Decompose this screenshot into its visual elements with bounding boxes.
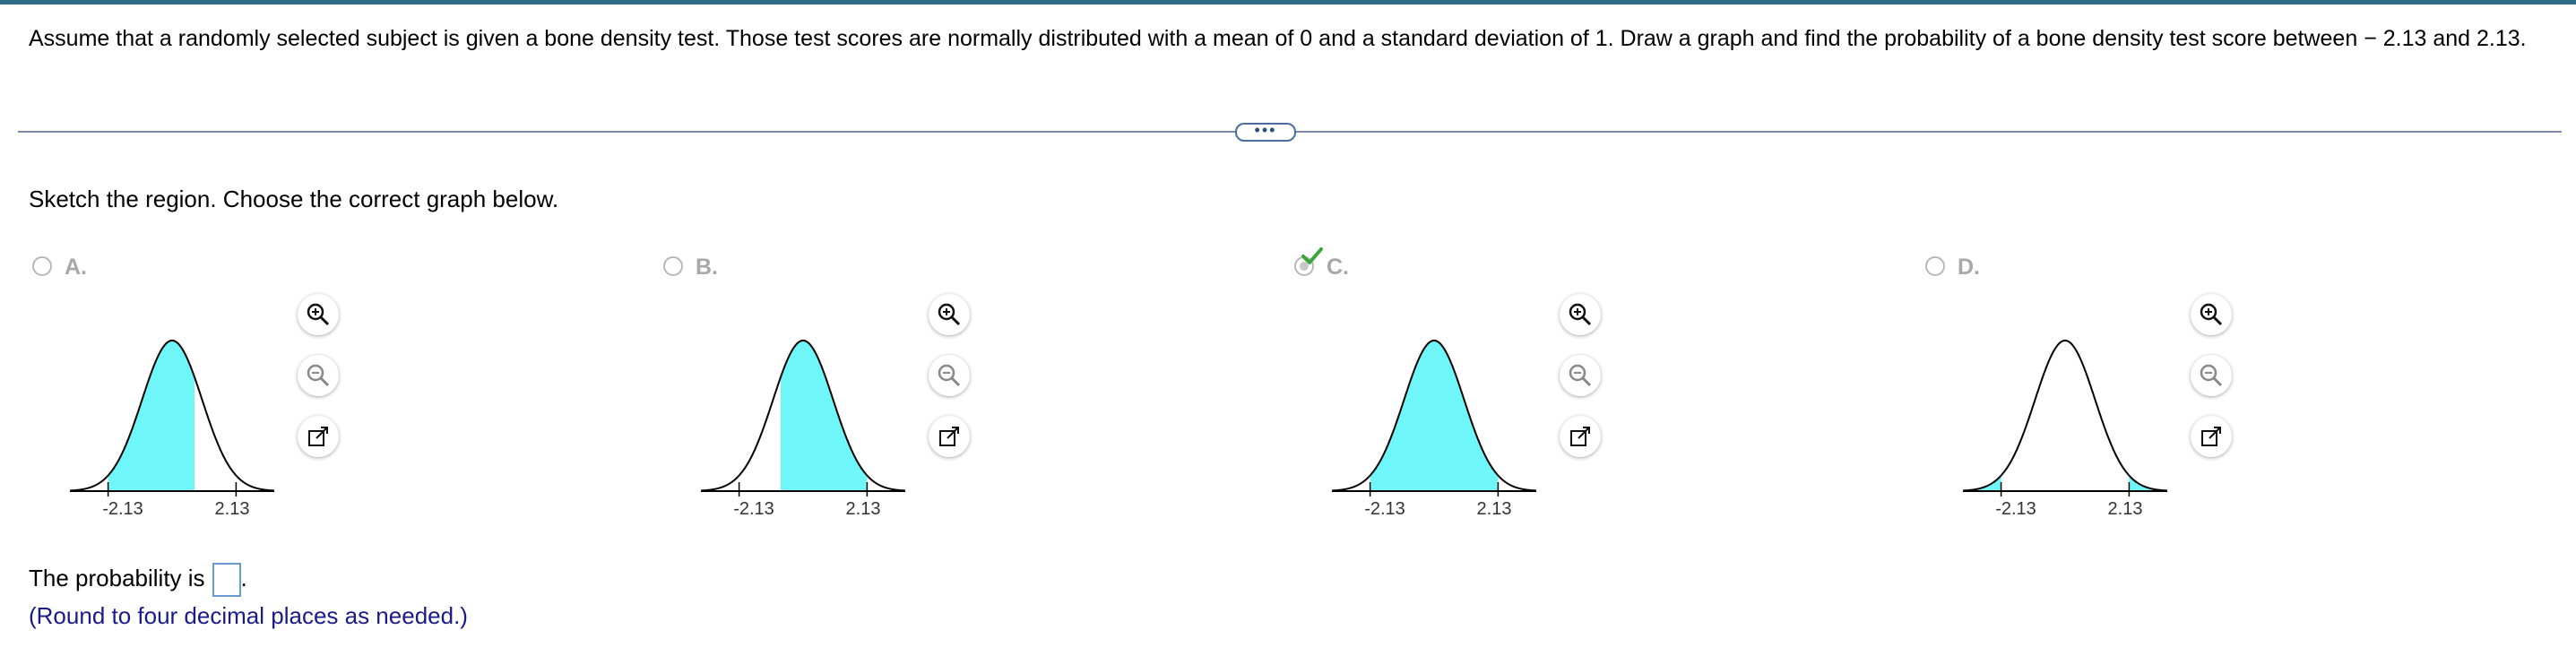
option-d-graph bbox=[1962, 339, 2168, 496]
probability-input[interactable] bbox=[212, 563, 241, 598]
option-a-radio[interactable] bbox=[32, 256, 52, 276]
option-b[interactable]: B. -2.13 2.13 bbox=[660, 249, 1233, 536]
zoom-in-icon bbox=[938, 303, 961, 326]
option-d[interactable]: D. -2.13 2.13 bbox=[1922, 249, 2495, 536]
option-a-graph bbox=[69, 339, 275, 496]
option-a-zoom-out-button[interactable] bbox=[298, 355, 339, 396]
shaded-region bbox=[781, 341, 868, 491]
answer-suffix: . bbox=[240, 565, 247, 591]
option-a-label: A. bbox=[65, 255, 87, 280]
option-a-tick-left: -2.13 bbox=[102, 499, 143, 519]
normal-curve bbox=[1962, 339, 2168, 492]
graph-prompt: Sketch the region. Choose the correct gr… bbox=[29, 186, 559, 212]
shaded-right-tail bbox=[2129, 475, 2167, 491]
zoom-in-icon bbox=[2200, 303, 2223, 326]
option-c[interactable]: C. -2.13 2.13 bbox=[1291, 247, 1864, 536]
external-link-icon bbox=[939, 427, 959, 446]
option-b-graph bbox=[700, 339, 906, 496]
option-c-popout-button[interactable] bbox=[1560, 416, 1601, 457]
zoom-out-icon bbox=[307, 364, 330, 387]
zoom-out-icon bbox=[1569, 364, 1592, 387]
option-d-tick-left: -2.13 bbox=[1995, 499, 2036, 519]
option-c-label: C. bbox=[1327, 255, 1349, 280]
option-c-tick-right: 2.13 bbox=[1476, 499, 1512, 519]
option-d-radio[interactable] bbox=[1925, 256, 1945, 276]
option-b-tick-left: -2.13 bbox=[733, 499, 774, 519]
external-link-icon bbox=[308, 427, 328, 446]
option-c-zoom-in-button[interactable] bbox=[1560, 294, 1601, 335]
option-a-tick-right: 2.13 bbox=[214, 499, 250, 519]
option-d-zoom-in-button[interactable] bbox=[2191, 294, 2232, 335]
shaded-region bbox=[108, 341, 194, 491]
probability-answer: The probability is. bbox=[29, 563, 247, 598]
zoom-in-icon bbox=[307, 303, 330, 326]
option-b-label: B. bbox=[696, 255, 718, 280]
option-c-tick-left: -2.13 bbox=[1364, 499, 1405, 519]
option-b-zoom-out-button[interactable] bbox=[929, 355, 970, 396]
zoom-in-icon bbox=[1569, 303, 1592, 326]
option-b-popout-button[interactable] bbox=[929, 416, 970, 457]
external-link-icon bbox=[1570, 427, 1590, 446]
option-d-zoom-out-button[interactable] bbox=[2191, 355, 2232, 396]
zoom-out-icon bbox=[2200, 364, 2223, 387]
option-b-tick-right: 2.13 bbox=[845, 499, 881, 519]
shaded-left-tail bbox=[1963, 475, 2001, 491]
top-accent-bar bbox=[0, 0, 2576, 4]
option-a-popout-button[interactable] bbox=[298, 416, 339, 457]
question-text: Assume that a randomly selected subject … bbox=[29, 26, 2527, 51]
option-d-label: D. bbox=[1958, 255, 1980, 280]
zoom-out-icon bbox=[938, 364, 961, 387]
external-link-icon bbox=[2201, 427, 2221, 446]
option-a-zoom-in-button[interactable] bbox=[298, 294, 339, 335]
option-d-popout-button[interactable] bbox=[2191, 416, 2232, 457]
option-c-zoom-out-button[interactable] bbox=[1560, 355, 1601, 396]
option-a[interactable]: A. -2.13 2.13 bbox=[29, 249, 602, 536]
option-c-graph bbox=[1331, 339, 1537, 496]
checkmark-icon bbox=[1301, 247, 1323, 264]
option-b-radio[interactable] bbox=[663, 256, 683, 276]
option-b-zoom-in-button[interactable] bbox=[929, 294, 970, 335]
option-d-tick-right: 2.13 bbox=[2107, 499, 2143, 519]
expand-more-button[interactable]: ••• bbox=[1235, 122, 1296, 142]
rounding-hint: (Round to four decimal places as needed.… bbox=[29, 602, 468, 629]
answer-prefix: The probability is bbox=[29, 565, 205, 591]
shaded-region bbox=[1370, 341, 1499, 491]
